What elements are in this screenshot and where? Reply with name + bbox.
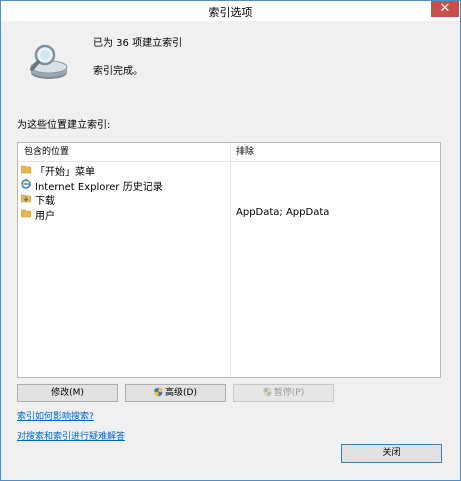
advanced-button[interactable]: 高级(D) <box>125 384 226 402</box>
modify-button-label: 修改(M) <box>51 388 84 398</box>
uac-shield-icon <box>154 387 163 397</box>
download-folder-icon <box>21 194 31 203</box>
indexed-locations-list[interactable]: 包含的位置 排除 「开始」菜单 Internet Explorer 历史记录 下… <box>17 142 441 378</box>
indexing-status-text: 索引完成。 <box>93 66 143 77</box>
indexed-count-text: 已为 36 项建立索引 <box>93 38 183 49</box>
advanced-button-label: 高级(D) <box>165 388 197 398</box>
close-icon[interactable]: ✕ <box>431 1 459 17</box>
column-header-included-label: 包含的位置 <box>24 147 70 157</box>
location-exclusions: AppData; AppData <box>236 207 330 218</box>
indexing-drive-icon <box>30 44 68 79</box>
location-name: 「开始」菜单 <box>35 167 95 178</box>
list-item[interactable]: Internet Explorer 历史记录 <box>18 177 440 193</box>
location-name: 用户 <box>35 211 55 222</box>
close-button[interactable]: 关闭 <box>341 444 442 463</box>
folder-icon <box>21 209 31 218</box>
title-bar: 索引选项 ✕ <box>1 1 460 21</box>
location-name: 下载 <box>35 196 55 207</box>
indexing-options-window: 索引选项 ✕ 已为 36 项建立索引 索引完成。 为这些位置建立索引: 包含的位… <box>0 0 461 481</box>
how-indexing-affects-search-link[interactable]: 索引如何影响搜索? <box>17 409 94 422</box>
window-title: 索引选项 <box>208 6 253 19</box>
pause-button-label: 暂停(P) <box>273 388 305 398</box>
troubleshoot-search-indexing-link[interactable]: 对搜索和索引进行疑难解答 <box>17 429 125 442</box>
list-item[interactable]: 「开始」菜单 <box>18 162 440 178</box>
column-header-excluded-label: 排除 <box>236 147 255 157</box>
close-button-label: 关闭 <box>382 448 401 458</box>
uac-shield-icon <box>263 387 272 397</box>
ie-icon <box>21 179 31 189</box>
pause-button[interactable]: 暂停(P) <box>233 384 334 402</box>
list-item[interactable]: 用户 AppData; AppData <box>18 206 440 222</box>
locations-section-label: 为这些位置建立索引: <box>17 120 111 131</box>
modify-button[interactable]: 修改(M) <box>17 384 118 402</box>
folder-icon <box>21 165 31 174</box>
list-item[interactable]: 下载 <box>18 191 440 207</box>
column-header-included[interactable]: 包含的位置 <box>18 143 230 162</box>
column-header-excluded[interactable]: 排除 <box>231 143 440 162</box>
